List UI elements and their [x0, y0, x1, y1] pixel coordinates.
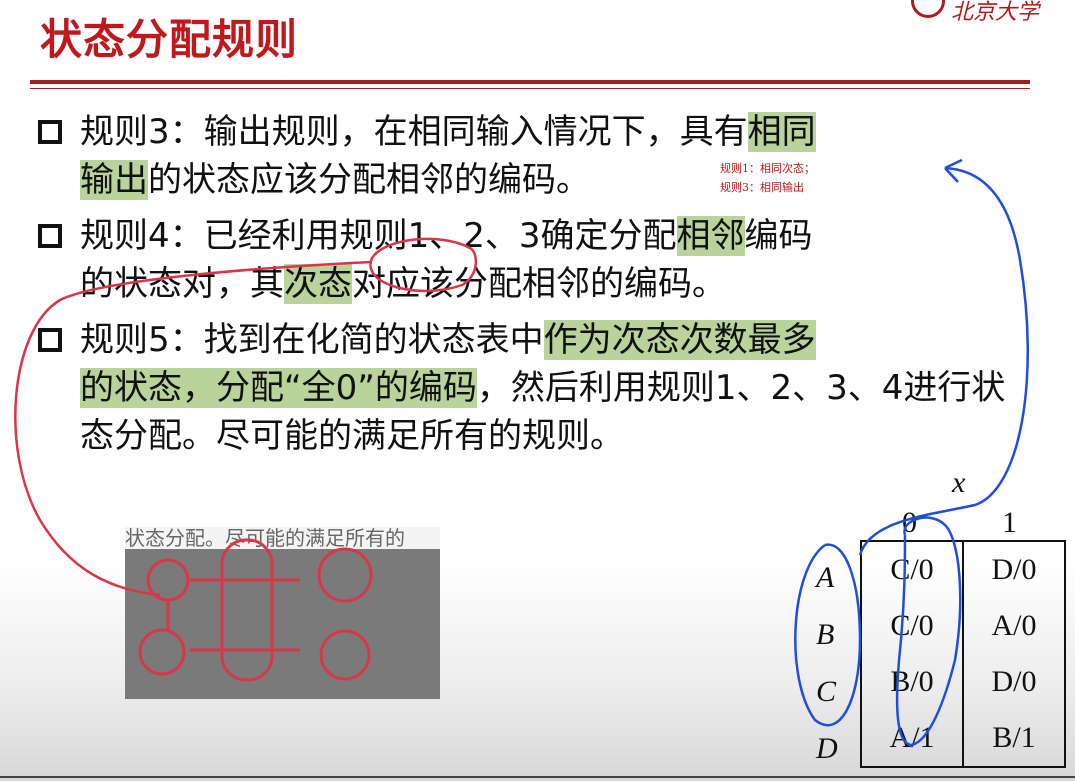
bullet-rule5: 规则5：找到在化简的状态表中作为次态次数最多 的状态，分配“全0”的编码，然后利用… [38, 316, 1008, 460]
table-cell: B/1 [963, 710, 1066, 768]
table-cell: D/0 [963, 654, 1066, 710]
state-label-b: B [816, 618, 835, 651]
table-cell: A/1 [860, 710, 964, 768]
table-cell: C/0 [860, 540, 964, 598]
square-bullet-icon [38, 120, 62, 144]
square-bullet-icon [38, 224, 62, 248]
table-row: C/0 D/0 [860, 540, 1066, 598]
university-logo: 北京大学 [905, 0, 1075, 22]
logo-text: 北京大学 [951, 0, 1040, 22]
state-label-d: D [816, 732, 838, 765]
slide-bottom-border [0, 776, 1075, 778]
seal-icon [911, 0, 945, 18]
slide-title: 状态分配规则 [40, 15, 299, 64]
state-label-a: A [816, 561, 835, 594]
video-caption: 状态分配。尽可能的满足所有的 [125, 527, 440, 549]
rule5-text: 规则5：找到在化简的状态表中作为次态次数最多 的状态，分配“全0”的编码，然后利用… [80, 320, 1006, 456]
bullet-rule3: 规则3：输出规则，在相同输入情况下，具有相同 输出的状态应该分配相邻的编码。 [38, 108, 1008, 204]
rule4-text: 规则4：已经利用规则1、2、3确定分配相邻编码 的状态对，其次态对应该分配相邻的编… [80, 216, 813, 304]
table-cell: B/0 [860, 654, 964, 710]
state-label-c: C [816, 675, 837, 708]
square-bullet-icon [38, 328, 62, 352]
side-note-2: 规则3：相同输出 [720, 181, 804, 194]
table-cell: D/0 [963, 540, 1066, 598]
column-header-1: 1 [1002, 506, 1017, 539]
table-cell: C/0 [860, 598, 964, 654]
side-note-1: 规则1：相同次态； [720, 162, 815, 175]
title-rule-thin [30, 88, 1030, 89]
table-row: A/1 B/1 [860, 710, 1066, 768]
table-row: C/0 A/0 [860, 598, 1066, 654]
table-row: B/0 D/0 [860, 654, 1066, 710]
bullet-rule4: 规则4：已经利用规则1、2、3确定分配相邻编码 的状态对，其次态对应该分配相邻的编… [38, 212, 1008, 308]
input-variable-label: x [952, 466, 966, 499]
title-rule [30, 80, 1030, 84]
embedded-video-frame[interactable]: 状态分配。尽可能的满足所有的 [125, 527, 440, 699]
column-header-0: 0 [902, 506, 917, 539]
rule3-text: 规则3：输出规则，在相同输入情况下，具有相同 输出的状态应该分配相邻的编码。 [80, 112, 816, 200]
table-cell: A/0 [963, 598, 1066, 654]
state-table: C/0 D/0 C/0 A/0 B/0 D/0 A/1 B/1 [860, 540, 1066, 768]
